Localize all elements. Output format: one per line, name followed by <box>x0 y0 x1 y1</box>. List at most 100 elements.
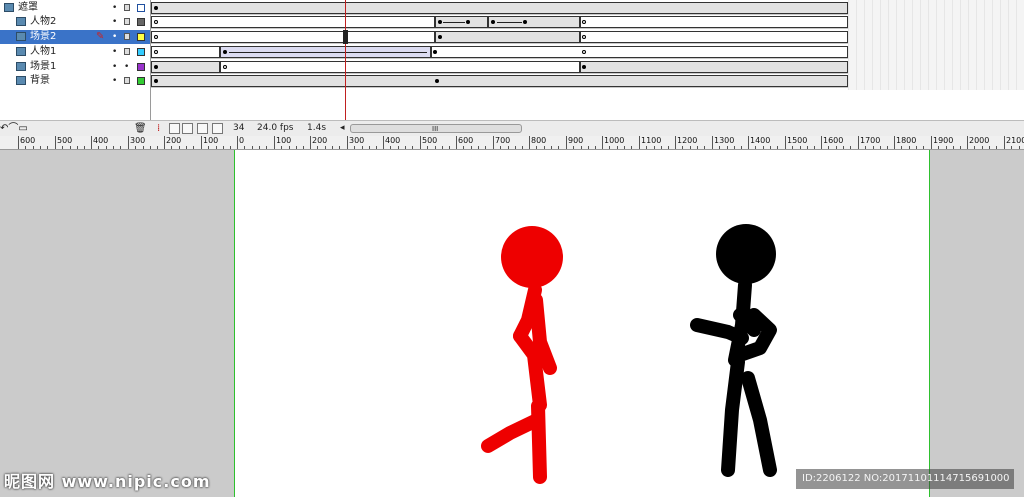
frame-span[interactable] <box>151 46 220 58</box>
outline-color-swatch[interactable] <box>137 77 145 85</box>
lock-dot-icon[interactable]: • <box>124 60 129 74</box>
empty-keyframe[interactable] <box>582 50 586 54</box>
scroll-left-icon[interactable]: ◂ <box>340 121 345 136</box>
empty-frame-grid[interactable] <box>848 0 1024 90</box>
frames-area[interactable] <box>151 0 848 90</box>
onion-outlines-button[interactable] <box>182 123 193 134</box>
keyframe[interactable] <box>582 65 586 69</box>
frame-row-scene2[interactable] <box>151 30 848 44</box>
lock-icon[interactable] <box>124 33 130 40</box>
edit-multiple-frames-button[interactable] <box>197 123 208 134</box>
keyframe[interactable] <box>435 79 439 83</box>
ruler-label: 100 <box>276 136 292 145</box>
current-frame-marker[interactable] <box>343 30 348 44</box>
ruler-label: 300 <box>130 136 146 145</box>
elapsed-time: 1.4s <box>307 123 327 133</box>
visibility-dot-icon[interactable]: • <box>112 74 117 88</box>
ruler-label: 2100 <box>1006 136 1024 145</box>
ruler-major-tick <box>566 136 567 149</box>
keyframe[interactable] <box>154 65 158 69</box>
layer-row-mask[interactable]: 遮罩 • <box>0 1 150 15</box>
outline-color-swatch[interactable] <box>137 33 145 41</box>
current-frame: 34 <box>233 123 245 133</box>
frame-span[interactable] <box>151 61 220 73</box>
ruler-label: 0 <box>239 136 245 145</box>
trash-icon[interactable]: 🗑 <box>134 121 147 136</box>
visibility-dot-icon[interactable]: • <box>112 15 117 29</box>
empty-keyframe[interactable] <box>154 20 158 24</box>
keyframe[interactable] <box>223 50 227 54</box>
keyframe[interactable] <box>438 35 442 39</box>
layer-row-person1[interactable]: 人物1 • <box>0 45 150 59</box>
frame-row-person2[interactable] <box>151 15 848 29</box>
black-stick-figure[interactable] <box>690 224 777 477</box>
frame-row-mask[interactable] <box>151 1 848 15</box>
visibility-dot-icon[interactable]: • <box>112 1 117 15</box>
empty-keyframe[interactable] <box>582 20 586 24</box>
frame-span[interactable] <box>580 61 848 73</box>
empty-keyframe[interactable] <box>154 35 158 39</box>
onion-skin-button[interactable] <box>169 123 180 134</box>
keyframe[interactable] <box>466 20 470 24</box>
black-figure-head <box>716 224 776 284</box>
keyframe[interactable] <box>433 50 437 54</box>
visibility-dot-icon[interactable]: • <box>112 45 117 59</box>
ruler-major-tick <box>456 136 457 149</box>
empty-keyframe[interactable] <box>582 35 586 39</box>
add-layer-icons[interactable]: ↶⌒▭ <box>0 121 28 136</box>
center-frame-icon[interactable]: ⁞ <box>157 121 160 136</box>
empty-keyframe[interactable] <box>154 50 158 54</box>
frame-row-scene1[interactable] <box>151 60 848 74</box>
frame-span[interactable] <box>580 31 848 43</box>
lock-icon[interactable] <box>124 4 130 11</box>
frame-span[interactable] <box>580 16 848 28</box>
keyframe[interactable] <box>154 79 158 83</box>
ruler-label: 1000 <box>604 136 625 145</box>
frame-row-background[interactable] <box>151 74 848 88</box>
empty-keyframe[interactable] <box>223 65 227 69</box>
black-figure-leg-left <box>721 355 745 477</box>
frame-span[interactable] <box>151 16 435 28</box>
outline-color-swatch[interactable] <box>137 63 145 71</box>
lock-icon[interactable] <box>124 77 130 84</box>
frame-row-person1[interactable] <box>151 45 848 59</box>
ruler-major-tick <box>529 136 530 149</box>
keyframe[interactable] <box>523 20 527 24</box>
layer-row-person2[interactable]: 人物2 • <box>0 15 150 29</box>
red-stick-figure[interactable] <box>481 226 563 484</box>
visibility-dot-icon[interactable]: • <box>112 60 117 74</box>
ruler-major-tick <box>675 136 676 149</box>
frame-span[interactable] <box>431 46 848 58</box>
ruler-major-tick <box>128 136 129 149</box>
masked-layer-icon <box>16 32 26 41</box>
keyframe[interactable] <box>491 20 495 24</box>
frame-span[interactable] <box>220 61 580 73</box>
keyframe[interactable] <box>438 20 442 24</box>
layer-row-scene2[interactable]: 场景2 ✎ • <box>0 30 150 44</box>
keyframe[interactable] <box>154 6 158 10</box>
watermark-logo: 昵图网 www.nipic.com <box>4 472 211 491</box>
outline-color-swatch[interactable] <box>137 48 145 56</box>
layer-row-scene1[interactable]: 场景1 • • <box>0 60 150 74</box>
visibility-dot-icon[interactable]: • <box>112 30 117 44</box>
lock-icon[interactable] <box>124 48 130 55</box>
frame-span[interactable] <box>151 2 848 14</box>
layer-row-background[interactable]: 背景 • <box>0 74 150 88</box>
stage-figures <box>481 224 777 484</box>
ruler-major-tick <box>1004 136 1005 149</box>
mask-layer-icon <box>4 3 14 12</box>
ruler-major-tick <box>639 136 640 149</box>
lock-icon[interactable] <box>124 18 130 25</box>
frame-span[interactable] <box>151 31 435 43</box>
ruler-major-tick <box>894 136 895 149</box>
frame-span[interactable] <box>151 75 848 87</box>
frame-span[interactable] <box>435 31 580 43</box>
scrollbar-grip[interactable]: III <box>432 122 438 137</box>
outline-color-swatch[interactable] <box>137 18 145 26</box>
modify-markers-button[interactable] <box>212 123 223 134</box>
ruler-label: 200 <box>166 136 182 145</box>
ruler-major-tick <box>858 136 859 149</box>
outline-color-swatch[interactable] <box>137 4 145 12</box>
ruler-label: 1900 <box>933 136 954 145</box>
playhead[interactable] <box>345 0 346 120</box>
